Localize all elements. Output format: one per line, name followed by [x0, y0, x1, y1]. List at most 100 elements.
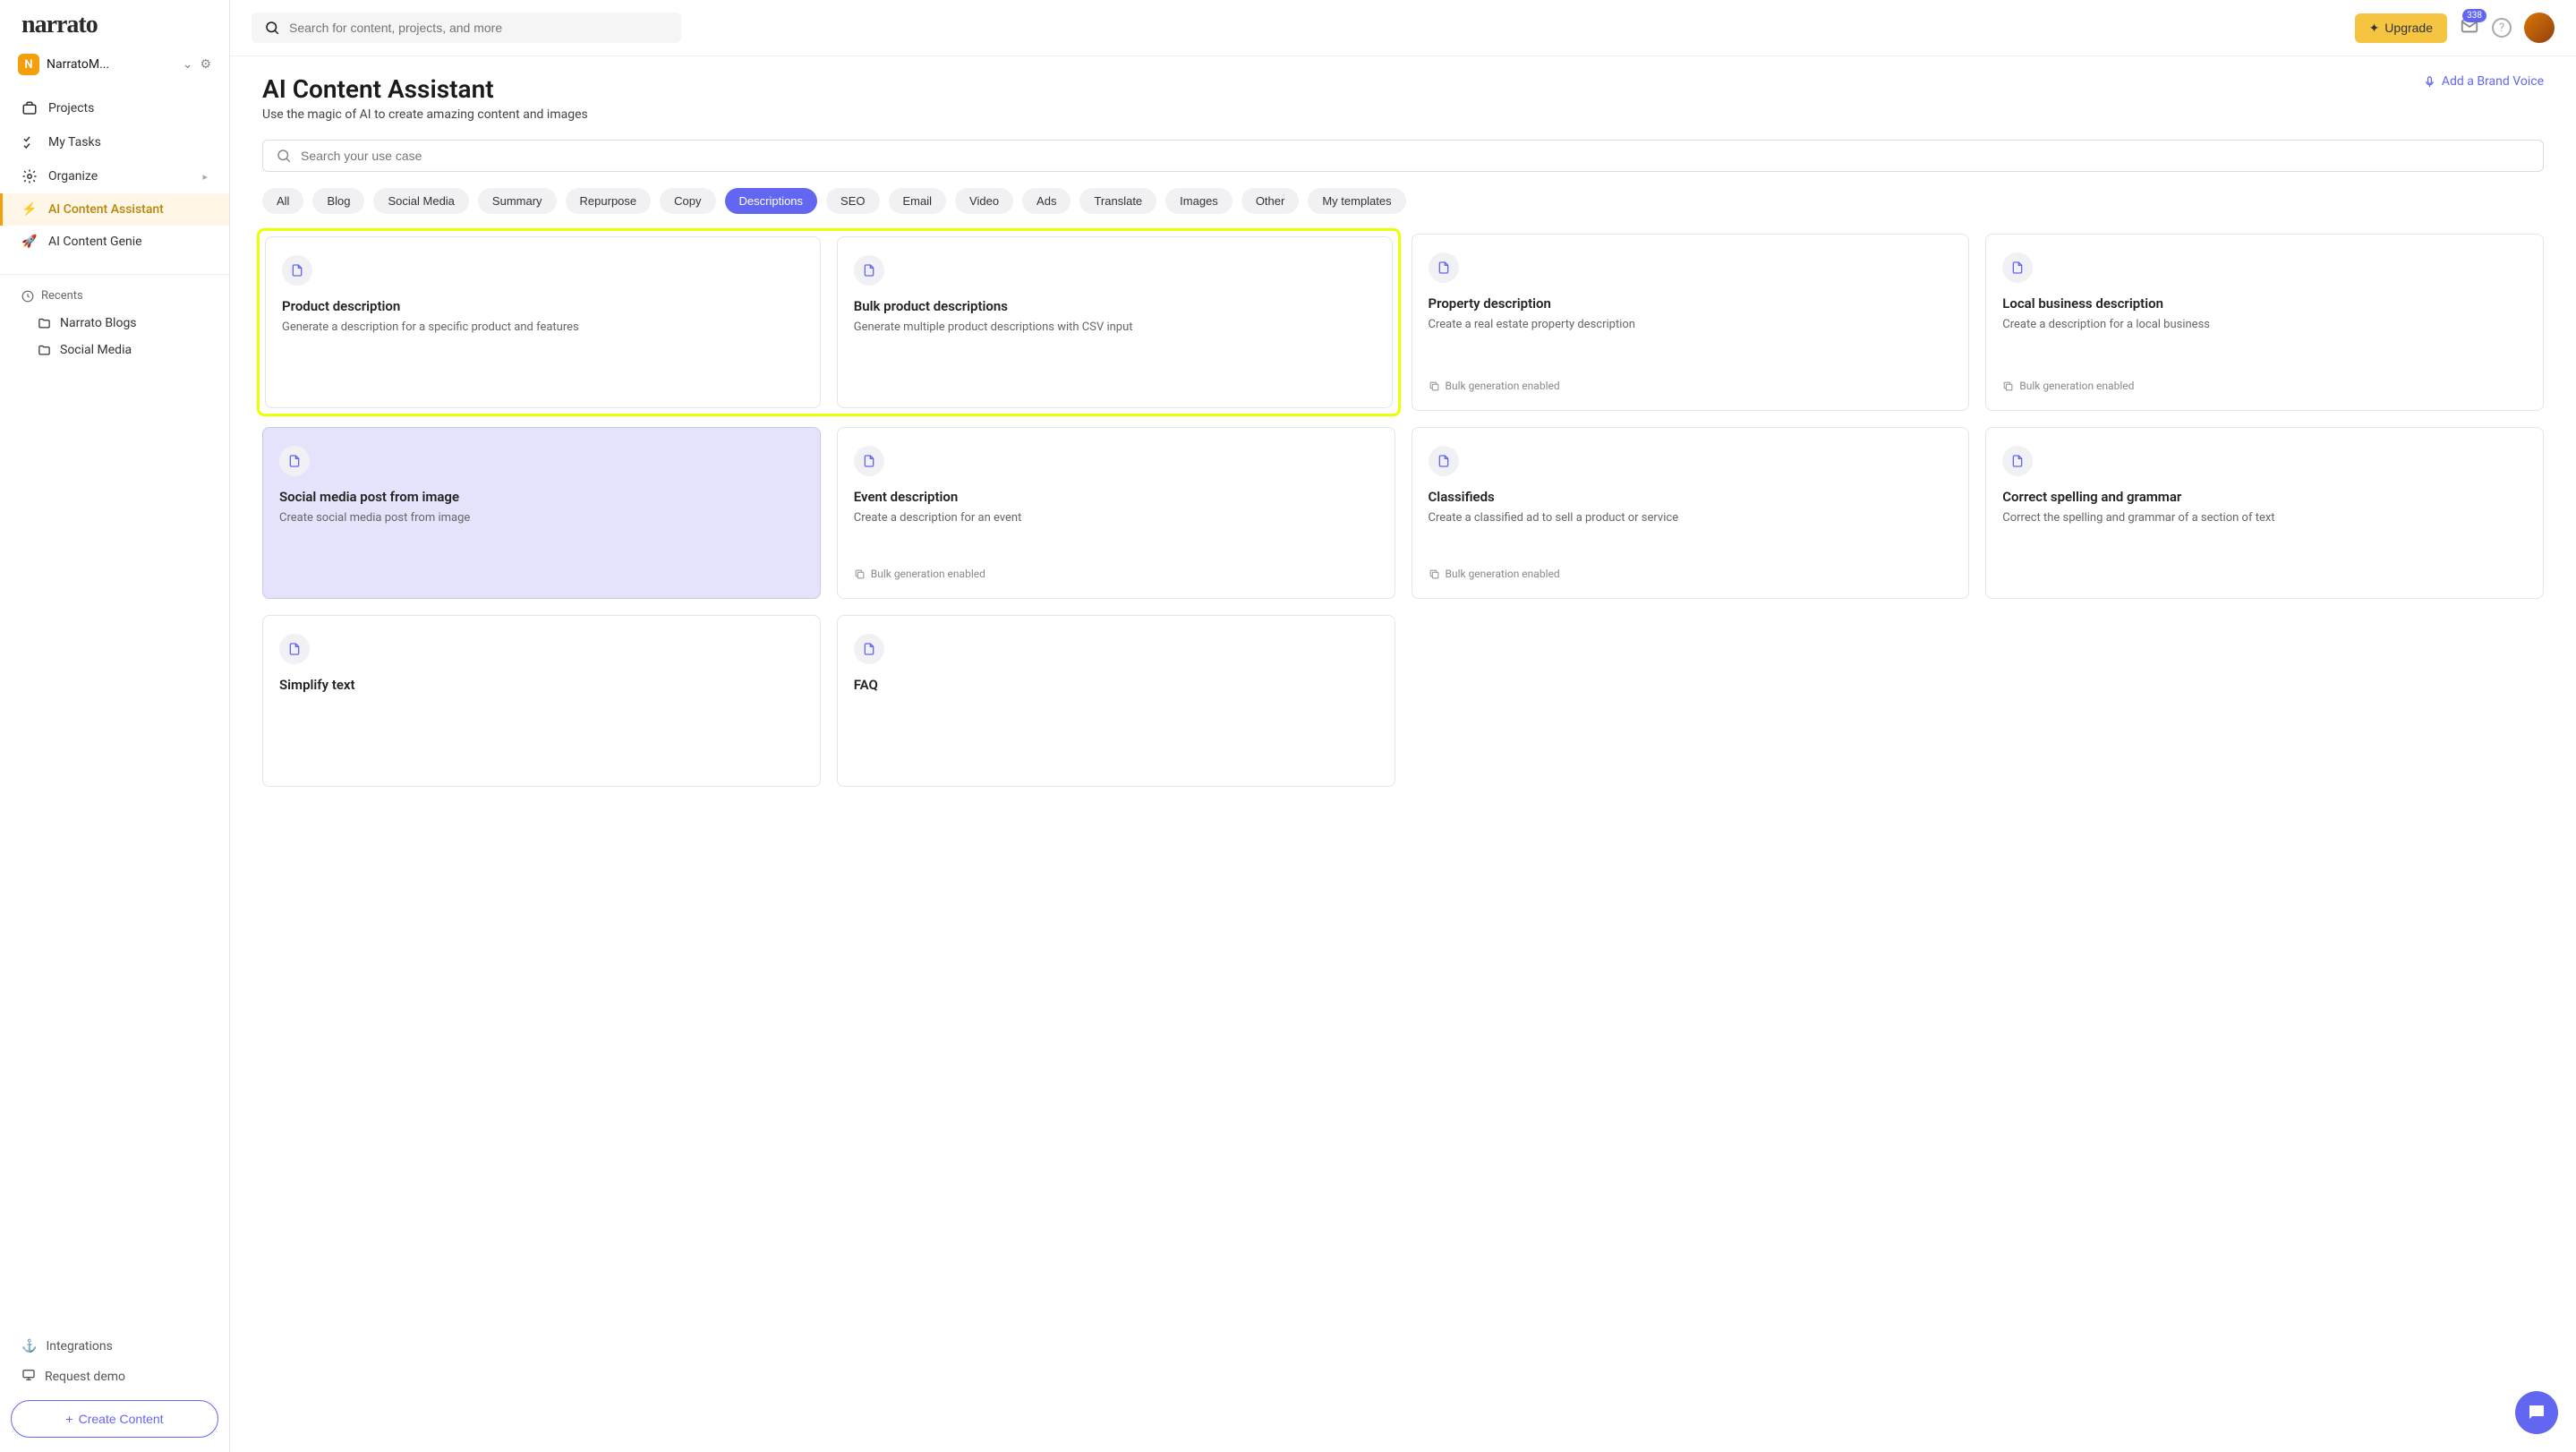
help-button[interactable]: ?: [2492, 18, 2512, 38]
nav-organize[interactable]: Organize ▸: [0, 159, 229, 193]
logo: narrato: [21, 11, 208, 39]
filter-pills: All Blog Social Media Summary Repurpose Copy D…: [262, 188, 2544, 214]
document-icon: [279, 446, 310, 476]
template-card[interactable]: Bulk product descriptions Generate multip…: [837, 236, 1393, 408]
rocket-icon: 🚀: [21, 235, 38, 249]
upgrade-button[interactable]: ✦ Upgrade: [2355, 13, 2447, 43]
template-card[interactable]: Classifieds Create a classified ad to sel…: [1412, 427, 1970, 599]
filter-pill-my-templates[interactable]: My templates: [1308, 188, 1405, 214]
page-subtitle: Use the magic of AI to create amazing co…: [262, 107, 2544, 122]
nav-label: My Tasks: [48, 135, 101, 149]
nav-ai-genie[interactable]: 🚀 AI Content Genie: [0, 226, 229, 258]
filter-pill-all[interactable]: All: [262, 188, 303, 214]
template-card[interactable]: Simplify text: [262, 615, 821, 787]
gear-icon[interactable]: ⚙: [200, 57, 211, 72]
bulk-enabled-label: Bulk generation enabled: [854, 568, 1378, 580]
template-card[interactable]: Property descriptionCreate a real estate…: [1412, 234, 1970, 411]
notification-count-badge: 338: [2462, 9, 2486, 22]
nav-ai-assistant[interactable]: ⚡ AI Content Assistant: [0, 193, 229, 226]
bulk-enabled-label: Bulk generation enabled: [1429, 568, 1953, 580]
template-card[interactable]: FAQ: [837, 615, 1395, 787]
document-icon: [854, 634, 884, 664]
card-title: Classifieds: [1429, 489, 1953, 505]
highlighted-cards: Product description Generate a descriptio…: [257, 228, 1401, 416]
chevron-down-icon[interactable]: ⌄: [183, 57, 193, 72]
briefcase-icon: [21, 100, 38, 116]
search-icon: [276, 148, 292, 164]
filter-pill-images[interactable]: Images: [1165, 188, 1233, 214]
template-card[interactable]: Social media post from image Create socia…: [262, 427, 821, 599]
card-title: Social media post from image: [279, 489, 804, 505]
card-title: Product description: [282, 298, 804, 314]
nav-label: Organize: [48, 169, 98, 184]
filter-pill-summary[interactable]: Summary: [478, 188, 557, 214]
user-avatar[interactable]: [2524, 13, 2555, 43]
template-card[interactable]: Product description Generate a descriptio…: [265, 236, 821, 408]
global-search-input[interactable]: [289, 21, 669, 35]
card-description: Create a classified ad to sell a product…: [1429, 510, 1953, 526]
card-description: Create a description for an event: [854, 510, 1378, 526]
folder-icon: [38, 317, 51, 330]
sidebar: narrato N NarratoM... ⌄ ⚙ Projects My Ta…: [0, 0, 230, 1452]
filter-pill-blog[interactable]: Blog: [312, 188, 364, 214]
card-description: Create social media post from image: [279, 510, 804, 526]
usecase-search-input[interactable]: [301, 149, 2530, 163]
document-icon: [854, 446, 884, 476]
card-description: Create a description for a local busines…: [2002, 317, 2527, 333]
recent-item[interactable]: Narrato Blogs: [0, 310, 229, 337]
filter-pill-email[interactable]: Email: [889, 188, 947, 214]
chat-support-button[interactable]: [2515, 1391, 2558, 1434]
filter-pill-seo[interactable]: SEO: [826, 188, 879, 214]
global-search[interactable]: [252, 13, 681, 43]
mic-icon: [2423, 75, 2436, 89]
recent-item[interactable]: Social Media: [0, 337, 229, 363]
template-card[interactable]: Event description Create a description fo…: [837, 427, 1395, 599]
filter-pill-ads[interactable]: Ads: [1022, 188, 1070, 214]
folder-icon: [38, 344, 51, 357]
bulk-enabled-label: Bulk generation enabled: [1429, 380, 1953, 392]
filter-pill-translate[interactable]: Translate: [1079, 188, 1156, 214]
create-content-button[interactable]: + Create Content: [11, 1400, 218, 1438]
recents-header: Recents: [0, 282, 229, 310]
template-card[interactable]: Correct spelling and grammar Correct the …: [1985, 427, 2544, 599]
card-description: Create a real estate property descriptio…: [1429, 317, 1953, 333]
template-card-grid: Product description Generate a descriptio…: [262, 234, 2544, 787]
card-title: FAQ: [854, 677, 1378, 693]
document-icon: [2002, 252, 2033, 283]
sparkle-icon: ✦: [2369, 21, 2380, 36]
document-icon: [1429, 252, 1459, 283]
card-title: Local business description: [2002, 295, 2527, 312]
chevron-right-icon: ▸: [202, 171, 208, 183]
notification-button[interactable]: 338: [2460, 16, 2479, 39]
card-title: Bulk product descriptions: [854, 298, 1376, 314]
integrations-link[interactable]: ⚓ Integrations: [11, 1332, 218, 1361]
monitor-icon: [21, 1368, 36, 1386]
usecase-search[interactable]: [262, 140, 2544, 172]
card-title: Correct spelling and grammar: [2002, 489, 2527, 505]
nav-tasks[interactable]: My Tasks: [0, 125, 229, 159]
card-title: Event description: [854, 489, 1378, 505]
filter-pill-other[interactable]: Other: [1241, 188, 1300, 214]
cog-icon: [21, 168, 38, 184]
document-icon: [282, 255, 312, 286]
document-icon: [279, 634, 310, 664]
filter-pill-repurpose[interactable]: Repurpose: [566, 188, 652, 214]
request-demo-link[interactable]: Request demo: [11, 1361, 218, 1393]
card-description: Correct the spelling and grammar of a se…: [2002, 510, 2527, 526]
filter-pill-video[interactable]: Video: [955, 188, 1013, 214]
card-description: Generate multiple product descriptions w…: [854, 320, 1376, 336]
search-icon: [264, 20, 280, 36]
workspace-name: NarratoM...: [47, 57, 175, 72]
bulk-enabled-label: Bulk generation enabled: [2002, 380, 2527, 392]
document-icon: [854, 255, 884, 286]
filter-pill-social-media[interactable]: Social Media: [373, 188, 468, 214]
card-description: Generate a description for a specific pr…: [282, 320, 804, 336]
nav-projects[interactable]: Projects: [0, 91, 229, 125]
card-title: Simplify text: [279, 677, 804, 693]
add-brand-voice-link[interactable]: Add a Brand Voice: [2423, 74, 2544, 89]
template-card[interactable]: Local business description Create a descr…: [1985, 234, 2544, 411]
filter-pill-copy[interactable]: Copy: [660, 188, 715, 214]
anchor-icon: ⚓: [21, 1339, 37, 1354]
workspace-selector[interactable]: N NarratoM... ⌄ ⚙: [0, 47, 229, 82]
filter-pill-descriptions[interactable]: Descriptions: [725, 188, 818, 214]
